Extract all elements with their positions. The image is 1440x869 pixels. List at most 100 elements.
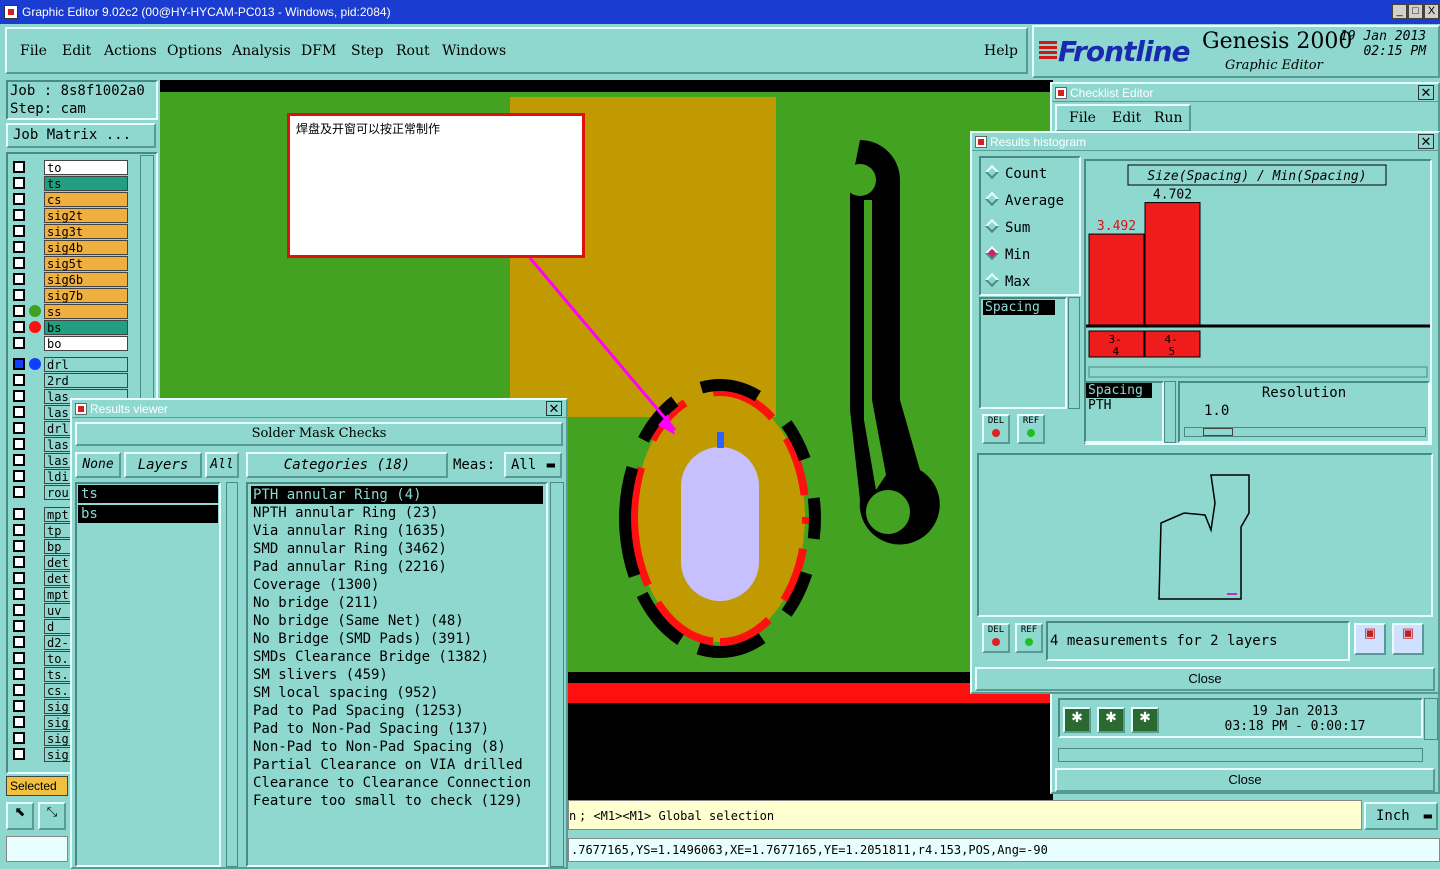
mode-sum-radio[interactable]: Sum [984, 218, 1030, 236]
meas-dropdown[interactable]: All ▬ [504, 452, 562, 478]
layer-checkbox[interactable] [13, 470, 25, 482]
layer-name[interactable]: sig6b [44, 272, 128, 287]
layer-checkbox[interactable] [13, 454, 25, 466]
run-all-icon[interactable]: ✱ [1097, 707, 1125, 733]
category-item[interactable]: Partial Clearance on VIA drilled [251, 756, 543, 774]
category-item[interactable]: NPTH annular Ring (23) [251, 504, 543, 522]
type-list-scrollbar[interactable] [1164, 381, 1176, 443]
layer-row[interactable]: drl [10, 357, 128, 372]
list-item[interactable]: PTH [1086, 398, 1162, 413]
category-item[interactable]: Non-Pad to Non-Pad Spacing (8) [251, 738, 543, 756]
layer-name[interactable]: drl [44, 357, 128, 372]
layer-name[interactable]: sig3t [44, 224, 128, 239]
checklist-menu-edit[interactable]: Edit [1112, 106, 1141, 130]
menu-file[interactable]: File [20, 43, 47, 59]
layer-checkbox[interactable] [13, 620, 25, 632]
preview-del-button[interactable]: DEL [982, 623, 1010, 653]
layer-checkbox[interactable] [13, 337, 25, 349]
pan-to-result-icon[interactable]: ▣ [1392, 623, 1424, 655]
layer-checkbox[interactable] [13, 684, 25, 696]
layer-checkbox[interactable] [13, 636, 25, 648]
layer-row[interactable]: cs [10, 192, 128, 207]
layer-row[interactable]: ss [10, 304, 128, 319]
layer-name[interactable]: ts [44, 176, 128, 191]
category-item[interactable]: Pad to Pad Spacing (1253) [251, 702, 543, 720]
layer-checkbox[interactable] [13, 193, 25, 205]
layer-name[interactable]: sig2t [44, 208, 128, 223]
layer-checkbox[interactable] [13, 406, 25, 418]
select-tool-icon[interactable]: ⬉ [6, 802, 34, 830]
menu-windows[interactable]: Windows [442, 43, 506, 59]
category-item[interactable]: SM local spacing (952) [251, 684, 543, 702]
close-window-button[interactable]: X [1424, 4, 1439, 19]
layer-checkbox[interactable] [13, 572, 25, 584]
preview-ref-button[interactable]: REF [1015, 623, 1043, 653]
menu-actions[interactable]: Actions [104, 43, 157, 59]
layer-checkbox[interactable] [13, 374, 25, 386]
mode-min-radio[interactable]: Min [984, 245, 1030, 263]
layer-row[interactable]: sig7b [10, 288, 128, 303]
category-item[interactable]: Pad annular Ring (2216) [251, 558, 543, 576]
layer-checkbox[interactable] [13, 652, 25, 664]
layer-checkbox[interactable] [13, 716, 25, 728]
category-item[interactable]: No bridge (211) [251, 594, 543, 612]
layer-checkbox[interactable] [13, 422, 25, 434]
category-item[interactable]: Pad to Non-Pad Spacing (137) [251, 720, 543, 738]
list-item[interactable]: bs [78, 505, 218, 523]
job-matrix-button[interactable]: Job Matrix ... [6, 123, 156, 148]
zoom-to-result-icon[interactable]: ▣ [1354, 623, 1386, 655]
layer-checkbox[interactable] [13, 241, 25, 253]
layer-row[interactable]: bs [10, 320, 128, 335]
histogram-close-button[interactable]: Close [975, 667, 1435, 691]
list-item[interactable]: ts [78, 485, 218, 503]
layer-name[interactable]: sig7b [44, 288, 128, 303]
layer-row[interactable]: sig2t [10, 208, 128, 223]
layers-button[interactable]: Layers [124, 452, 202, 478]
layer-row[interactable]: sig6b [10, 272, 128, 287]
layer-checkbox[interactable] [13, 732, 25, 744]
menu-rout[interactable]: Rout [396, 43, 430, 59]
checklist-menu-file[interactable]: File [1069, 106, 1096, 130]
categories-button[interactable]: Categories (18) [246, 452, 448, 478]
checklist-menu-run[interactable]: Run [1154, 106, 1183, 130]
layer-checkbox[interactable] [13, 540, 25, 552]
menu-options[interactable]: Options [167, 43, 222, 59]
histogram-bar[interactable] [1088, 233, 1145, 326]
category-item[interactable]: Feature too small to check (129) [251, 792, 543, 810]
layer-row[interactable]: ts [10, 176, 128, 191]
category-item[interactable]: SMDs Clearance Bridge (1382) [251, 648, 543, 666]
checklist-close-button[interactable]: Close [1055, 768, 1435, 792]
histogram-bar[interactable] [1144, 202, 1201, 326]
units-dropdown[interactable]: Inch ▬ [1364, 802, 1438, 830]
menu-edit[interactable]: Edit [62, 43, 91, 59]
run-selected-icon[interactable]: ✱ [1131, 707, 1159, 733]
category-item[interactable]: Coverage (1300) [251, 576, 543, 594]
category-item[interactable]: Via annular Ring (1635) [251, 522, 543, 540]
mode-count-radio[interactable]: Count [984, 164, 1047, 182]
layer-checkbox[interactable] [13, 748, 25, 760]
ref-button[interactable]: REF [1017, 414, 1045, 444]
mode-average-radio[interactable]: Average [984, 191, 1064, 209]
layer-row[interactable]: 2rd [10, 373, 128, 388]
menu-step[interactable]: Step [351, 43, 383, 59]
category-item[interactable]: SM slivers (459) [251, 666, 543, 684]
checklist-hscrollbar[interactable] [1058, 748, 1423, 762]
layer-affected-icon[interactable] [29, 305, 41, 317]
layer-checkbox[interactable] [13, 604, 25, 616]
category-item[interactable]: PTH annular Ring (4) [251, 486, 543, 504]
layer-checkbox[interactable] [13, 273, 25, 285]
layer-checkbox[interactable] [13, 209, 25, 221]
layer-checkbox[interactable] [13, 225, 25, 237]
layer-name[interactable]: 2rd [44, 373, 128, 388]
resolution-slider[interactable] [1184, 427, 1426, 437]
layer-row[interactable]: to [10, 160, 128, 175]
layer-checkbox[interactable] [13, 257, 25, 269]
layer-checkbox[interactable] [13, 161, 25, 173]
layer-checkbox[interactable] [13, 177, 25, 189]
layers-none-button[interactable]: None [75, 452, 121, 478]
category-item[interactable]: No bridge (Same Net) (48) [251, 612, 543, 630]
layer-checkbox[interactable] [13, 321, 25, 333]
layer-checkbox[interactable] [13, 486, 25, 498]
layer-checkbox[interactable] [13, 305, 25, 317]
layer-name[interactable]: bs [44, 320, 128, 335]
